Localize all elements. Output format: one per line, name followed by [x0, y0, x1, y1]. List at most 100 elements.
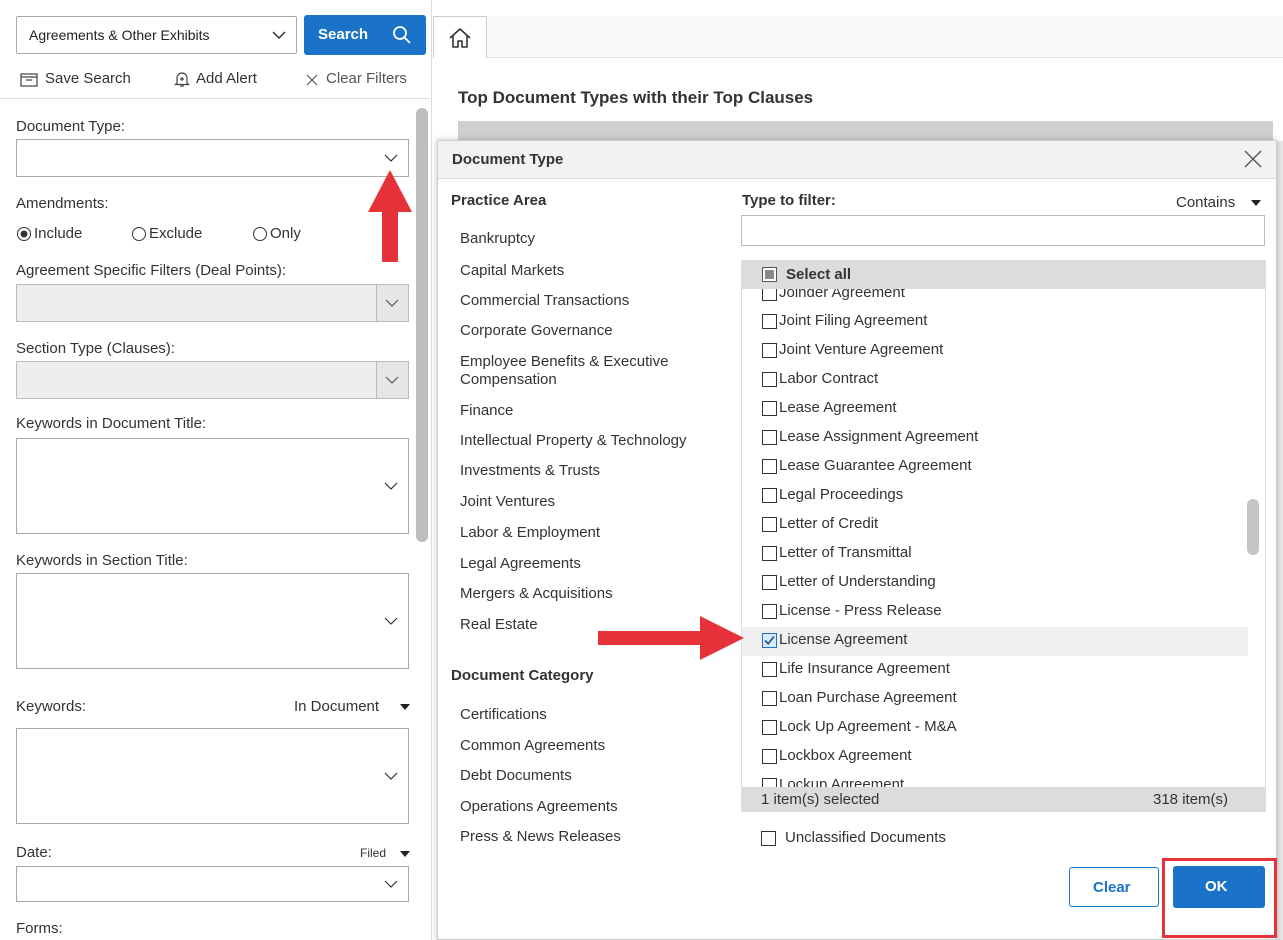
home-tab[interactable] — [433, 16, 487, 58]
item-checkbox[interactable] — [762, 517, 777, 532]
list-item[interactable]: Lease Guarantee Agreement — [762, 453, 1248, 482]
list-item-partial[interactable]: Joinder Agreement — [762, 289, 1248, 309]
date-scope-label: Filed — [360, 846, 387, 860]
practice-area-item[interactable]: Investments & Trusts — [460, 462, 600, 479]
list-item[interactable]: Lock Up Agreement - M&A — [762, 714, 1248, 743]
date-select[interactable] — [16, 866, 409, 902]
item-checkbox[interactable] — [762, 749, 777, 764]
agreement-filters-select[interactable] — [16, 284, 409, 322]
document-category-item[interactable]: Debt Documents — [460, 767, 572, 784]
practice-area-item[interactable]: Joint Ventures — [460, 493, 555, 510]
list-item[interactable]: Letter of Credit — [762, 511, 1248, 540]
practice-area-item[interactable]: Intellectual Property & Technology — [460, 432, 687, 449]
item-checkbox[interactable] — [762, 720, 777, 735]
item-checkbox[interactable] — [762, 343, 777, 358]
item-checkbox[interactable] — [762, 778, 777, 787]
item-checkbox[interactable] — [762, 488, 777, 503]
sidebar-scrollbar[interactable] — [416, 108, 428, 542]
radio-exclude-label: Exclude — [149, 225, 203, 242]
clear-filters-button[interactable]: Clear Filters — [304, 68, 429, 90]
list-item-label: Letter of Understanding — [779, 573, 936, 590]
practice-area-heading: Practice Area — [451, 192, 547, 209]
unclassified-checkbox[interactable] — [761, 831, 776, 846]
keywords-doc-title-input[interactable] — [16, 438, 409, 534]
radio-include[interactable]: Include — [16, 224, 101, 244]
document-type-select[interactable] — [16, 139, 409, 177]
close-icon[interactable] — [1243, 149, 1263, 169]
document-category-item[interactable]: Press & News Releases — [460, 828, 621, 845]
chevron-down-icon — [272, 31, 286, 39]
practice-area-item[interactable]: Employee Benefits & Executive — [460, 353, 668, 370]
radio-only[interactable]: Only — [252, 224, 317, 244]
radio-exclude[interactable]: Exclude — [131, 224, 221, 244]
document-category-item[interactable]: Certifications — [460, 706, 547, 723]
practice-area-item-continued[interactable]: Compensation — [460, 371, 557, 388]
list-item[interactable]: Loan Purchase Agreement — [762, 685, 1248, 714]
select-all-checkbox[interactable] — [762, 267, 777, 282]
unclassified-documents[interactable]: Unclassified Documents — [761, 828, 991, 848]
list-scrollbar[interactable] — [1247, 499, 1259, 555]
list-item[interactable]: Lockbox Agreement — [762, 743, 1248, 772]
practice-area-item[interactable]: Bankruptcy — [460, 230, 535, 247]
keywords-label: Keywords: — [16, 698, 87, 715]
keywords-input[interactable] — [16, 728, 409, 824]
keywords-scope-dropdown[interactable]: In Document — [294, 698, 414, 718]
practice-area-item[interactable]: Commercial Transactions — [460, 292, 629, 309]
list-item[interactable]: Letter of Understanding — [762, 569, 1248, 598]
list-item[interactable]: Labor Contract — [762, 366, 1248, 395]
dropdown-button[interactable] — [376, 285, 408, 321]
item-checkbox[interactable] — [762, 691, 777, 706]
item-checkbox[interactable] — [762, 459, 777, 474]
list-item[interactable]: Legal Proceedings — [762, 482, 1248, 511]
item-checkbox[interactable] — [762, 662, 777, 677]
item-checkbox-checked[interactable] — [762, 633, 777, 648]
list-item-label: Legal Proceedings — [779, 486, 904, 503]
filter-mode-dropdown[interactable]: Contains — [1176, 194, 1266, 214]
add-alert-button[interactable]: Add Alert — [172, 68, 277, 90]
dropdown-button[interactable] — [376, 362, 408, 398]
document-category-item[interactable]: Common Agreements — [460, 737, 605, 754]
clear-button-label: Clear — [1093, 879, 1131, 896]
clear-button[interactable]: Clear — [1069, 867, 1159, 907]
document-category-item[interactable]: Operations Agreements — [460, 798, 618, 815]
filter-input[interactable] — [741, 215, 1265, 246]
item-checkbox[interactable] — [762, 289, 777, 301]
collection-select[interactable]: Agreements & Other Exhibits — [16, 16, 297, 54]
section-type-label: Section Type (Clauses): — [16, 340, 175, 357]
item-checkbox[interactable] — [762, 604, 777, 619]
item-checkbox[interactable] — [762, 575, 777, 590]
document-category-heading: Document Category — [451, 667, 594, 684]
practice-area-item[interactable]: Mergers & Acquisitions — [460, 585, 613, 602]
list-item[interactable]: Joint Venture Agreement — [762, 337, 1248, 366]
list-item[interactable]: Lease Agreement — [762, 395, 1248, 424]
practice-area-item[interactable]: Corporate Governance — [460, 322, 613, 339]
item-checkbox[interactable] — [762, 372, 777, 387]
search-button[interactable]: Search — [304, 15, 426, 55]
section-type-select[interactable] — [16, 361, 409, 399]
list-item[interactable]: Letter of Transmittal — [762, 540, 1248, 569]
practice-area-item[interactable]: Real Estate — [460, 616, 538, 633]
annotation-right-arrow-icon — [598, 616, 744, 660]
practice-area-item[interactable]: Capital Markets — [460, 262, 564, 279]
keywords-section-title-input[interactable] — [16, 573, 409, 669]
search-icon — [393, 26, 411, 44]
save-search-button[interactable]: Save Search — [18, 68, 143, 90]
unclassified-label: Unclassified Documents — [785, 829, 946, 846]
ok-button[interactable]: OK — [1173, 866, 1265, 908]
item-checkbox[interactable] — [762, 430, 777, 445]
forms-label: Forms: — [16, 920, 63, 937]
list-item[interactable]: Lease Assignment Agreement — [762, 424, 1248, 453]
practice-area-item[interactable]: Legal Agreements — [460, 555, 581, 572]
practice-area-item[interactable]: Finance — [460, 402, 513, 419]
list-item[interactable]: Life Insurance Agreement — [762, 656, 1248, 685]
list-item[interactable]: License - Press Release — [762, 598, 1248, 627]
practice-area-item[interactable]: Labor & Employment — [460, 524, 600, 541]
list-item-selected[interactable]: License Agreement — [742, 627, 1248, 656]
date-scope-dropdown[interactable]: Filed — [360, 846, 412, 864]
select-all-row[interactable]: Select all — [742, 261, 1265, 289]
item-checkbox[interactable] — [762, 314, 777, 329]
item-checkbox[interactable] — [762, 546, 777, 561]
list-item-partial[interactable]: Lockup Agreement — [762, 772, 1248, 787]
item-checkbox[interactable] — [762, 401, 777, 416]
list-item[interactable]: Joint Filing Agreement — [762, 308, 1248, 337]
